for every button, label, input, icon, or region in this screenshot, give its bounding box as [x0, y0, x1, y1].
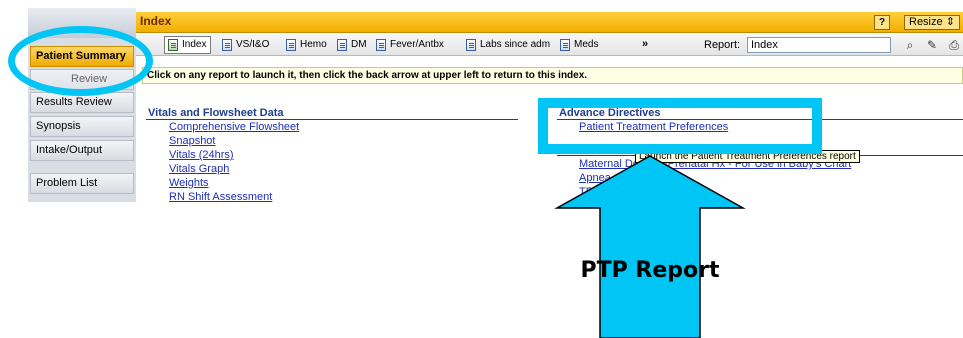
- document-icon: [286, 39, 296, 51]
- document-icon: [560, 39, 570, 51]
- link-weights[interactable]: Weights: [169, 177, 209, 189]
- resize-arrows-icon: ⇕: [945, 16, 955, 28]
- tab-label: Fever/Antbx: [390, 39, 444, 50]
- section-divider: [146, 119, 518, 120]
- tab-label: Index: [182, 39, 207, 50]
- tab-labs-since-adm[interactable]: Labs since adm: [466, 37, 550, 53]
- link-comprehensive-flowsheet[interactable]: Comprehensive Flowsheet: [169, 121, 299, 133]
- resize-button[interactable]: Resize ⇕: [904, 15, 960, 30]
- tab-index[interactable]: Index: [164, 36, 212, 54]
- tab-label: DM: [351, 39, 367, 50]
- more-tabs-button[interactable]: »: [642, 38, 648, 50]
- link-rn-shift-assessment[interactable]: RN Shift Assessment: [169, 191, 272, 202]
- link-snapshot[interactable]: Snapshot: [169, 135, 215, 147]
- tab-dm[interactable]: DM: [337, 37, 367, 53]
- highlight-ellipse: [8, 26, 153, 96]
- document-icon: [337, 39, 347, 51]
- tab-meds[interactable]: Meds: [560, 37, 598, 53]
- print-icon[interactable]: ⎙: [946, 37, 962, 53]
- report-field[interactable]: [747, 37, 891, 53]
- wrench-icon[interactable]: ✎: [924, 37, 940, 53]
- sidebar-item-problem-list[interactable]: Problem List: [30, 173, 134, 194]
- page-title: Index: [140, 14, 172, 28]
- highlight-rectangle: [538, 98, 822, 154]
- link-tpn-history[interactable]: TPN History: [579, 186, 638, 198]
- report-label: Report:: [704, 39, 741, 51]
- link-vitals-graph[interactable]: Vitals Graph: [169, 163, 229, 175]
- document-icon: [376, 39, 386, 51]
- document-icon: [168, 39, 178, 51]
- tab-label: Hemo: [300, 39, 327, 50]
- sidebar-item-intake-output[interactable]: Intake/Output: [30, 140, 134, 161]
- sidebar-item-synopsis[interactable]: Synopsis: [30, 116, 134, 137]
- search-icon[interactable]: ⌕: [902, 37, 918, 53]
- tab-fever-antbx[interactable]: Fever/Antbx: [376, 37, 444, 53]
- resize-label: Resize: [909, 16, 943, 28]
- section-heading-vitals: Vitals and Flowsheet Data: [148, 107, 284, 119]
- callout-label: PTP Report: [580, 258, 720, 283]
- tab-label: Meds: [574, 39, 599, 50]
- document-icon: [222, 39, 232, 51]
- tab-label: Labs since adm: [480, 39, 551, 50]
- tab-vs-io[interactable]: VS/I&O: [222, 37, 269, 53]
- tab-hemo[interactable]: Hemo: [286, 37, 327, 53]
- link-vitals-24hrs[interactable]: Vitals (24hrs): [169, 149, 234, 161]
- tab-label: VS/I&O: [236, 39, 270, 50]
- instruction-banner: Click on any report to launch it, then c…: [142, 67, 963, 84]
- help-button[interactable]: ?: [874, 15, 890, 30]
- report-toolbar: Index VS/I&O Hemo DM Fever/Antbx Labs si…: [136, 34, 963, 56]
- link-apnea[interactable]: Apnea: [579, 172, 611, 184]
- report-title-bar: Index ? Resize ⇕: [136, 12, 963, 33]
- document-icon: [466, 39, 476, 51]
